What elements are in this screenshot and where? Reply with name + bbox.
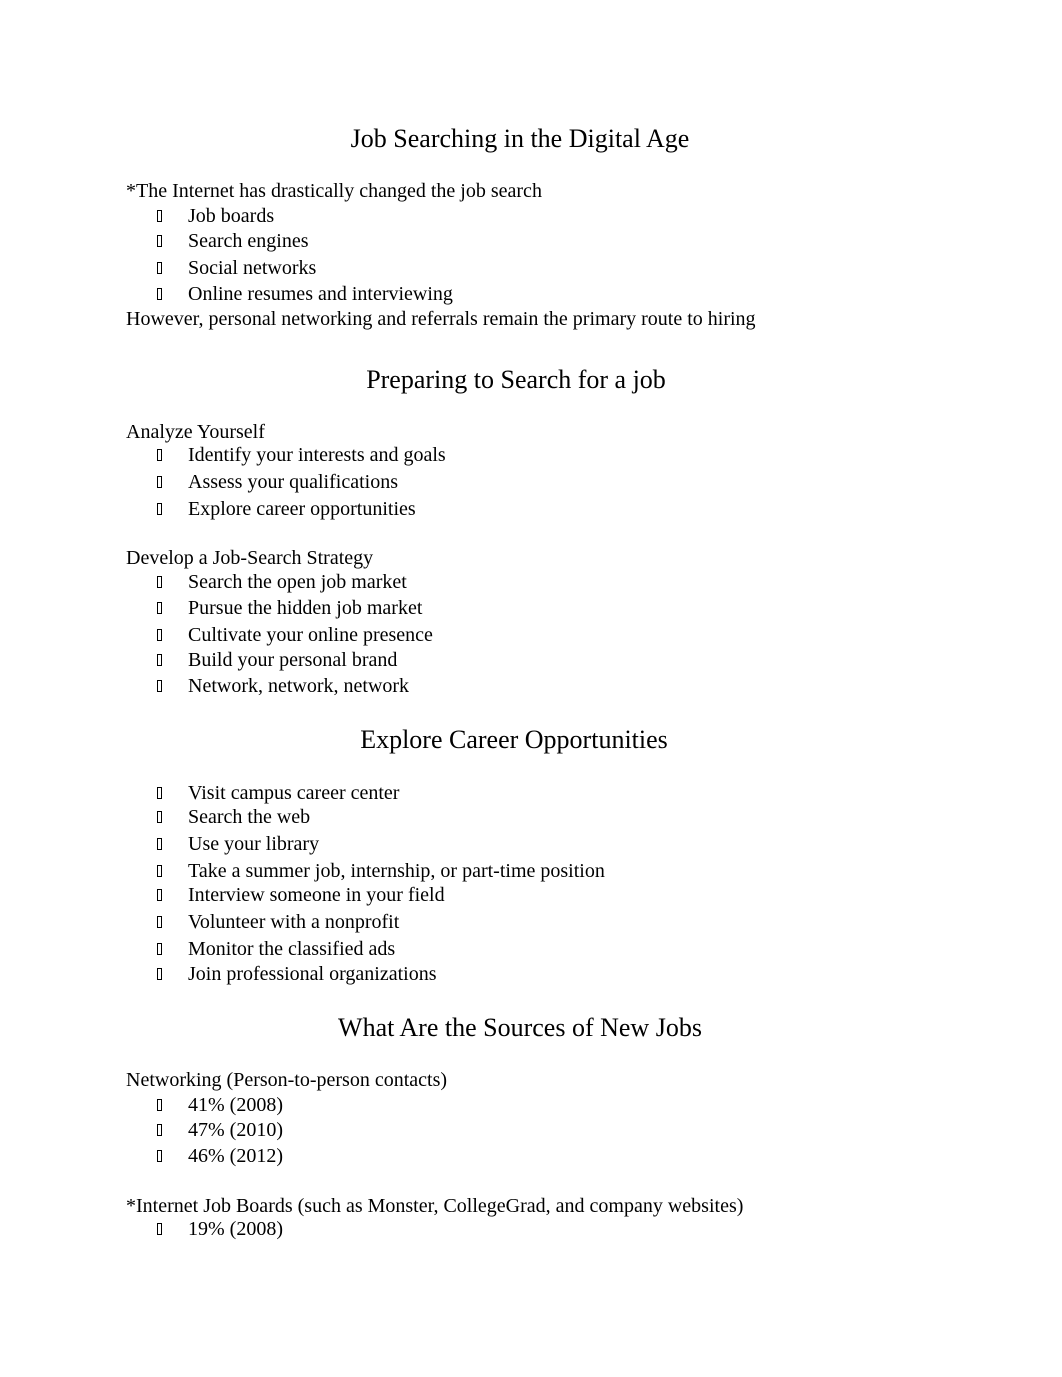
bullet-icon: [157, 288, 162, 300]
bullet-icon: [157, 503, 162, 515]
section-heading: Explore Career Opportunities: [360, 725, 668, 754]
bullet-icon: [157, 680, 162, 692]
bullet-icon: [157, 262, 162, 274]
bullet-icon: [157, 1223, 162, 1235]
outro-text: However, personal networking and referra…: [126, 308, 756, 330]
bullet-icon: [157, 235, 162, 247]
bullet-icon: [157, 1124, 162, 1136]
bullet-icon: [157, 865, 162, 877]
bullet-icon: [157, 1099, 162, 1111]
group-title: Analyze Yourself: [126, 421, 265, 443]
section-heading: What Are the Sources of New Jobs: [338, 1013, 702, 1042]
intro-text: *The Internet has drastically changed th…: [126, 180, 542, 202]
bullet-icon: [157, 602, 162, 614]
section-heading: Job Searching in the Digital Age: [350, 124, 690, 153]
bullet-icon: [157, 449, 162, 461]
bullet-icon: [157, 838, 162, 850]
group-title: *Internet Job Boards (such as Monster, C…: [126, 1195, 744, 1217]
group-title: Networking (Person-to-person contacts): [126, 1069, 448, 1091]
document-page: Job Searching in the Digital Age *The In…: [0, 0, 1062, 1377]
bullet-icon: [157, 916, 162, 928]
bullet-icon: [157, 811, 162, 823]
bullet-icon: [157, 576, 162, 588]
group-title: Develop a Job-Search Strategy: [126, 547, 374, 569]
bullet-icon: [157, 787, 162, 799]
bullet-icon: [157, 1150, 162, 1162]
bullet-icon: [157, 210, 162, 222]
bullet-icon: [157, 968, 162, 980]
bullet-icon: [157, 629, 162, 641]
bullet-icon: [157, 654, 162, 666]
bullet-icon: [157, 889, 162, 901]
bullet-icon: [157, 943, 162, 955]
bullet-icon: [157, 476, 162, 488]
section-heading: Preparing to Search for a job: [366, 365, 666, 394]
